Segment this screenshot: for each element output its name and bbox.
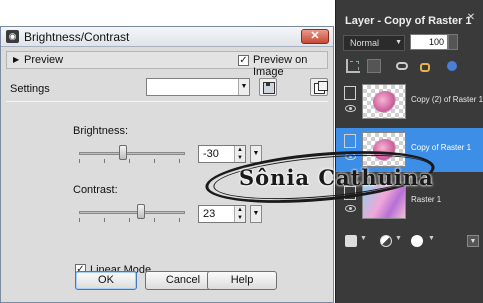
color-icon[interactable] bbox=[447, 61, 457, 71]
chevron-down-icon[interactable]: ▼ bbox=[238, 79, 249, 95]
brightness-label: Brightness: bbox=[73, 125, 129, 137]
layer-visibility-icon[interactable] bbox=[344, 134, 356, 148]
save-preset-icon[interactable] bbox=[259, 78, 277, 96]
manage-presets-icon[interactable] bbox=[310, 78, 328, 96]
opacity-dropdown[interactable] bbox=[448, 34, 458, 50]
contrast-label: Contrast: bbox=[73, 184, 118, 196]
layer-style-icon[interactable] bbox=[367, 59, 381, 73]
slider-ticks bbox=[79, 218, 185, 222]
new-raster-layer-icon[interactable] bbox=[345, 235, 357, 247]
chevron-down-icon[interactable]: ▼ bbox=[360, 235, 372, 247]
app-icon: ◉ bbox=[6, 30, 19, 43]
chevron-down-icon[interactable]: ▼ bbox=[395, 36, 402, 50]
preview-section: ▶ Preview ✓ Preview on Image bbox=[6, 51, 328, 78]
slider-ticks bbox=[79, 159, 185, 163]
brightness-slider-thumb[interactable] bbox=[119, 145, 127, 160]
layer-row[interactable]: Copy (2) of Raster 1 bbox=[336, 80, 483, 124]
chevron-down-icon[interactable]: ▼ bbox=[395, 235, 407, 247]
preview-label[interactable]: Preview bbox=[24, 54, 63, 66]
panel-menu-icon[interactable]: ▼ bbox=[467, 235, 479, 247]
blend-mode-value: Normal bbox=[350, 38, 380, 48]
separator bbox=[6, 101, 328, 102]
mask-icon[interactable] bbox=[411, 235, 423, 247]
close-button[interactable]: ✕ bbox=[301, 29, 329, 44]
layer-name: Copy (2) of Raster 1 bbox=[411, 95, 483, 104]
lock-icon[interactable] bbox=[420, 63, 430, 72]
contrast-value: 23 bbox=[203, 208, 216, 220]
layers-panel-title: Layer - Copy of Raster 1 bbox=[345, 15, 472, 27]
watermark-signature: Sônia Cathuina bbox=[203, 143, 441, 211]
settings-label: Settings bbox=[10, 83, 50, 95]
preview-on-image-label: Preview on Image bbox=[253, 54, 308, 78]
dialog-title: Brightness/Contrast bbox=[24, 30, 130, 44]
slider-track bbox=[79, 152, 185, 155]
ok-button[interactable]: OK bbox=[75, 271, 137, 290]
opacity-input[interactable]: 100 bbox=[410, 34, 448, 50]
layer-visibility-icon[interactable] bbox=[344, 86, 356, 100]
dialog-titlebar[interactable]: ◉ Brightness/Contrast ✕ bbox=[1, 27, 333, 47]
contrast-preset-button[interactable]: ▼ bbox=[250, 205, 262, 223]
chevron-down-icon[interactable]: ▼ bbox=[428, 235, 440, 247]
contrast-input[interactable]: 23 ▲ ▼ bbox=[198, 205, 246, 223]
brightness-slider[interactable] bbox=[79, 144, 185, 164]
eye-icon[interactable] bbox=[345, 105, 356, 112]
blend-mode-select[interactable]: Normal ▼ bbox=[343, 35, 405, 51]
layer-thumbnail bbox=[362, 84, 406, 119]
link-icon[interactable] bbox=[396, 62, 408, 70]
preview-on-image-checkbox[interactable]: ✓ bbox=[238, 55, 249, 66]
settings-select[interactable]: ▼ bbox=[146, 78, 250, 96]
spin-arrows-icon[interactable]: ▲ ▼ bbox=[234, 206, 245, 222]
new-layer-icon[interactable] bbox=[346, 59, 360, 73]
layers-bottom-toolbar: ▼ ▼ ▼ ▼ bbox=[336, 232, 483, 252]
adjustment-layer-icon[interactable] bbox=[380, 235, 392, 247]
slider-track bbox=[79, 211, 185, 214]
close-icon[interactable]: ✕ bbox=[465, 12, 477, 24]
contrast-slider-thumb[interactable] bbox=[137, 204, 145, 219]
help-button[interactable]: Help bbox=[207, 271, 277, 290]
layer-toolbar bbox=[336, 58, 483, 76]
expand-arrow-icon[interactable]: ▶ bbox=[13, 55, 19, 64]
contrast-slider[interactable] bbox=[79, 203, 185, 223]
watermark-text: Sônia Cathuina bbox=[239, 165, 434, 190]
